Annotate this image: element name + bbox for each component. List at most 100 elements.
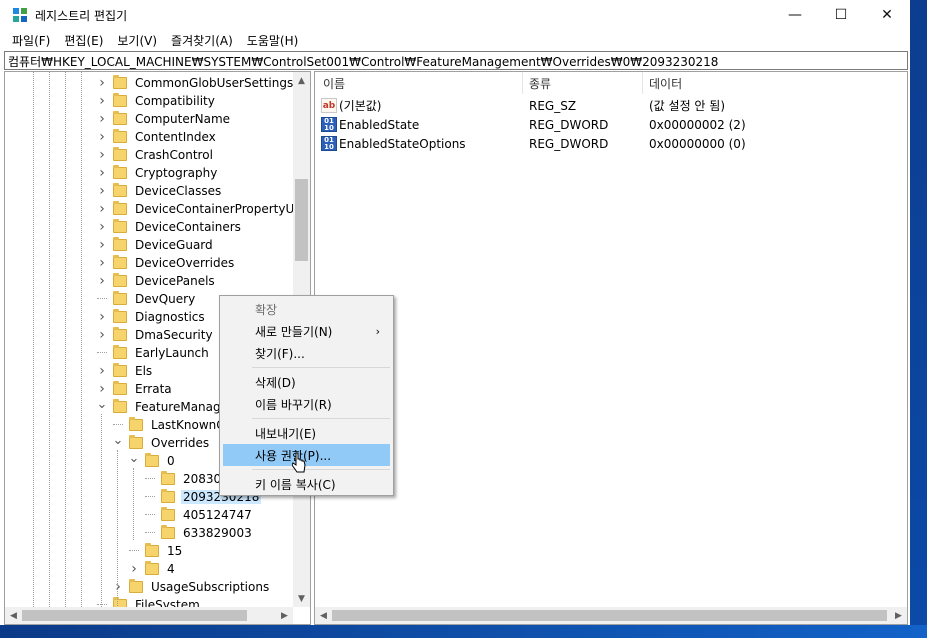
scroll-down-icon[interactable]: ▼ (293, 590, 310, 607)
chevron-right-icon[interactable]: › (113, 578, 123, 596)
context-menu-item[interactable]: 새로 만들기(N) › (223, 320, 390, 342)
tree-item[interactable]: 633829003 (145, 524, 254, 542)
title-bar[interactable]: 레지스트리 편집기 — ☐ ✕ (0, 0, 910, 30)
close-button[interactable]: ✕ (864, 0, 910, 30)
chevron-right-icon[interactable]: › (97, 146, 107, 164)
binary-value-icon: 01 10 (321, 117, 337, 132)
folder-icon (113, 219, 127, 233)
chevron-right-icon[interactable]: › (129, 560, 139, 578)
chevron-right-icon[interactable]: › (97, 128, 107, 146)
tree-horizontal-scrollbar[interactable]: ◀ ▶ (5, 607, 293, 624)
value-row[interactable]: 01 10 EnabledStateOptions REG_DWORD 0x00000… (315, 134, 907, 153)
value-row[interactable]: ab (기본값) REG_SZ (값 설정 안 됨) (315, 96, 907, 115)
registry-editor-app-icon (13, 8, 27, 22)
tree-vertical-scroll-thumb[interactable] (295, 179, 308, 261)
tree-item[interactable]: › DevicePanels (97, 272, 217, 290)
tree-item[interactable]: › ComputerName (97, 110, 232, 128)
tree-item[interactable]: › UsageSubscriptions (113, 578, 271, 596)
menu-view[interactable]: 보기(V) (110, 30, 164, 50)
tree-item[interactable]: › Errata (97, 380, 174, 398)
folder-icon (113, 165, 127, 179)
tree-horizontal-scroll-thumb[interactable] (22, 610, 247, 621)
chevron-right-icon[interactable]: › (97, 200, 107, 218)
tree-item[interactable]: › DeviceOverrides (97, 254, 236, 272)
folder-icon (113, 201, 127, 215)
tree-line-icon (145, 488, 155, 497)
column-header-name[interactable]: 이름 (323, 75, 345, 92)
column-header-type[interactable]: 종류 (529, 75, 551, 92)
chevron-down-icon[interactable]: ⌄ (113, 431, 124, 449)
tree-item[interactable]: ⌄ 0 (129, 449, 177, 470)
value-type: REG_DWORD (529, 117, 609, 132)
context-menu-item[interactable]: 이름 바꾸기(R) (223, 393, 390, 415)
tree-item[interactable]: › DmaSecurity (97, 326, 215, 344)
tree-item[interactable]: 15 (129, 542, 184, 560)
tree-item[interactable]: › Compatibility (97, 92, 217, 110)
chevron-right-icon[interactable]: › (97, 362, 107, 380)
context-menu-item[interactable]: 삭제(D) (223, 371, 390, 393)
tree-item[interactable]: › DeviceClasses (97, 182, 223, 200)
tree-item[interactable]: 405124747 (145, 506, 254, 524)
folder-icon (129, 579, 143, 593)
scroll-up-icon[interactable]: ▲ (293, 72, 310, 89)
chevron-right-icon[interactable]: › (97, 164, 107, 182)
minimize-button[interactable]: — (772, 0, 818, 30)
desktop-background (910, 0, 927, 638)
context-menu-item-label: 찾기(F)... (255, 346, 305, 361)
tree-item[interactable]: › DeviceContainers (97, 218, 243, 236)
maximize-button[interactable]: ☐ (818, 0, 864, 30)
tree-item[interactable]: › Els (97, 362, 154, 380)
folder-icon (113, 291, 127, 305)
tree-item[interactable]: › DeviceContainerPropertyUpdat (97, 200, 311, 218)
chevron-down-icon[interactable]: ⌄ (97, 395, 108, 413)
context-menu-item[interactable]: 찾기(F)... (223, 342, 390, 364)
tree-item[interactable]: › 4 (129, 560, 177, 578)
tree-item[interactable]: › ContentIndex (97, 128, 218, 146)
values-list-pane[interactable]: 이름 종류 데이터 ab (기본값) REG_SZ (값 설정 안 됨) 01 10 En… (314, 71, 908, 625)
menu-file[interactable]: 파일(F) (0, 30, 57, 50)
tree-item-label: 633829003 (183, 526, 252, 540)
chevron-right-icon[interactable]: › (97, 218, 107, 236)
chevron-right-icon[interactable]: › (97, 326, 107, 344)
chevron-right-icon[interactable]: › (97, 182, 107, 200)
list-horizontal-scrollbar[interactable]: ◀ ▶ (315, 607, 907, 624)
chevron-down-icon[interactable]: ⌄ (129, 449, 140, 467)
list-horizontal-scroll-thumb[interactable] (332, 610, 887, 621)
menu-edit[interactable]: 편집(E) (57, 30, 110, 50)
value-type: REG_DWORD (529, 136, 609, 151)
chevron-right-icon[interactable]: › (97, 308, 107, 326)
value-row[interactable]: 01 10 EnabledState REG_DWORD 0x00000002 (2) (315, 115, 907, 134)
chevron-right-icon[interactable]: › (97, 74, 107, 92)
address-bar[interactable]: 컴퓨터₩HKEY_LOCAL_MACHINE₩SYSTEM₩ControlSet… (4, 51, 908, 70)
context-menu-item-label: 새로 만들기(N) (255, 324, 333, 339)
context-menu-item[interactable]: 내보내기(E) (223, 422, 390, 444)
column-divider[interactable] (522, 72, 523, 94)
tree-item[interactable]: › CommonGlobUserSettings (97, 74, 295, 92)
column-divider[interactable] (642, 72, 643, 94)
menu-help[interactable]: 도움말(H) (240, 30, 306, 50)
folder-icon (113, 363, 127, 377)
folder-icon (161, 471, 175, 485)
scroll-right-icon[interactable]: ▶ (890, 607, 907, 624)
tree-item[interactable]: › Cryptography (97, 164, 219, 182)
context-menu-item[interactable]: 사용 권한(P)... (223, 444, 390, 466)
tree-item[interactable]: › CrashControl (97, 146, 215, 164)
scroll-left-icon[interactable]: ◀ (5, 607, 22, 624)
menu-favorites[interactable]: 즐겨찾기(A) (164, 30, 240, 50)
tree-item[interactable]: EarlyLaunch (97, 344, 211, 362)
tree-item[interactable]: › DeviceGuard (97, 236, 215, 254)
scroll-right-icon[interactable]: ▶ (276, 607, 293, 624)
desktop-taskbar-edge (0, 625, 927, 638)
chevron-right-icon[interactable]: › (97, 236, 107, 254)
tree-item[interactable]: ⌄ Overrides (113, 431, 211, 452)
chevron-right-icon[interactable]: › (97, 92, 107, 110)
chevron-right-icon[interactable]: › (97, 254, 107, 272)
chevron-right-icon[interactable]: › (97, 272, 107, 290)
column-header-data[interactable]: 데이터 (649, 75, 682, 92)
chevron-right-icon[interactable]: › (97, 110, 107, 128)
tree-item-label: DeviceContainerPropertyUpdat (135, 202, 311, 216)
tree-item[interactable]: DevQuery (97, 290, 197, 308)
context-menu-item[interactable]: 키 이름 복사(C) (223, 473, 390, 495)
tree-item[interactable]: › Diagnostics (97, 308, 207, 326)
scroll-left-icon[interactable]: ◀ (315, 607, 332, 624)
